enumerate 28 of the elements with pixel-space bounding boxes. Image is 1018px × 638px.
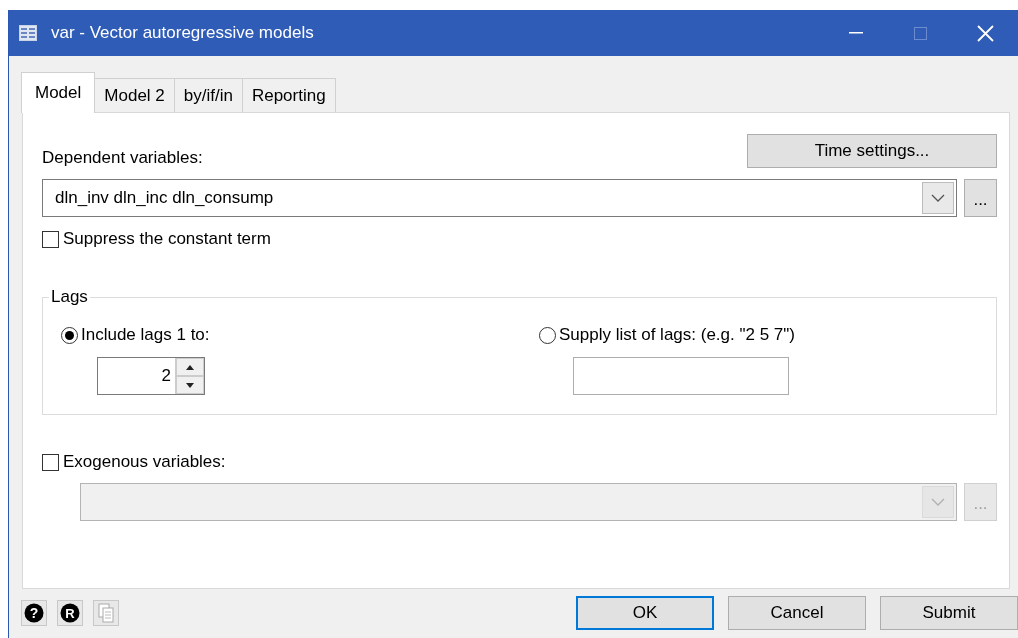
dialog-button[interactable]: Submit — [880, 596, 1018, 630]
app-icon — [19, 25, 37, 41]
window-title: var - Vector autoregressive models — [51, 23, 315, 43]
tab[interactable]: Model — [21, 72, 96, 113]
radio-button[interactable] — [61, 326, 78, 344]
tab[interactable]: Reporting — [241, 78, 336, 112]
dialog-button[interactable]: Cancel — [728, 596, 866, 630]
checkbox-label: Suppress the constant term — [63, 229, 271, 249]
spin-down-icon[interactable] — [176, 376, 204, 394]
radio-button[interactable] — [539, 326, 556, 344]
help-icon[interactable]: ? — [21, 600, 47, 626]
field-label: Dependent variables: — [42, 148, 203, 168]
checkbox[interactable] — [42, 230, 59, 248]
dialog-button[interactable]: OK — [576, 596, 714, 630]
lags-list-field[interactable] — [573, 357, 789, 395]
lags-spinner[interactable]: 2 — [97, 357, 205, 395]
spin-up-icon[interactable] — [176, 358, 204, 376]
variables-dropdown[interactable]: dln_inv dln_inc dln_consump — [42, 179, 957, 217]
radio-label: Include lags 1 to: — [81, 325, 210, 345]
time-settings-button[interactable]: Time settings... — [747, 134, 997, 168]
checkbox[interactable] — [42, 453, 59, 471]
close-icon[interactable] — [977, 24, 994, 42]
browse-button[interactable]: ... — [964, 179, 997, 217]
radio-label: Supply list of lags: (e.g. "2 5 7") — [559, 325, 796, 345]
group-title: Lags — [50, 287, 89, 307]
r-badge-icon[interactable]: R — [57, 600, 83, 626]
minimize-icon[interactable] — [848, 32, 863, 34]
checkbox-label: Exogenous variables: — [63, 452, 226, 472]
